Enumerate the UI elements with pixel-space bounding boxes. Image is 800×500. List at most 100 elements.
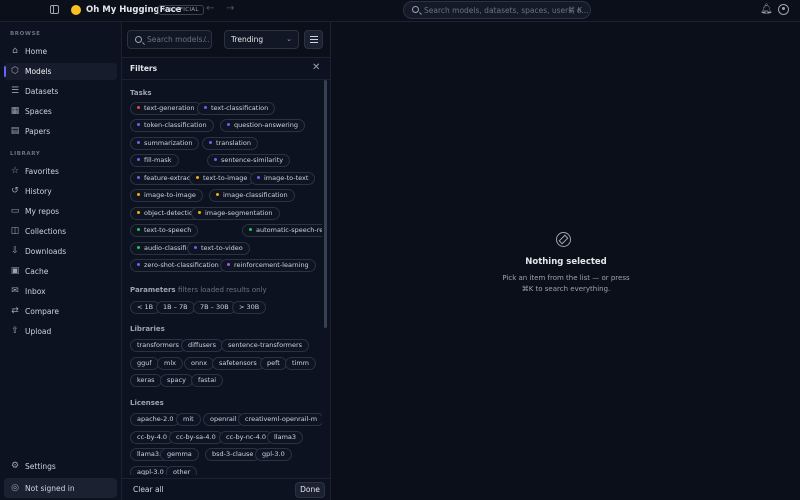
- chevron-down-icon: ⌄: [286, 35, 292, 43]
- sidebar-item-datasets[interactable]: ☰ Datasets: [4, 83, 117, 100]
- collections-icon: ◫: [10, 226, 20, 236]
- unofficial-badge: UNOFFICIAL: [158, 5, 204, 15]
- filter-chip[interactable]: transformers: [130, 339, 186, 352]
- filter-chip-label: apache-2.0: [137, 415, 174, 423]
- filter-chip[interactable]: gguf: [130, 357, 159, 370]
- filters-footer: Clear all Done: [122, 478, 330, 500]
- filter-chip[interactable]: text-generation: [130, 102, 202, 115]
- close-icon[interactable]: ✕: [312, 62, 320, 73]
- filter-chip[interactable]: text-to-speech: [130, 224, 199, 237]
- sidebar-item-settings[interactable]: ⚙ Settings: [4, 456, 117, 476]
- filter-chip[interactable]: cc-by-nc-4.0: [219, 431, 274, 444]
- sidebar-item-inbox[interactable]: ✉ Inbox: [4, 283, 117, 300]
- filter-chip[interactable]: onnx: [184, 357, 215, 370]
- download-icon: ⇩: [11, 246, 19, 256]
- sidebar-item-cache[interactable]: ▣ Cache: [4, 263, 117, 280]
- sidebar-item-compare[interactable]: ⇄ Compare: [4, 303, 117, 320]
- filter-chip[interactable]: agpl-3.0: [130, 466, 171, 475]
- sidebar-item-home[interactable]: ⌂ Home: [4, 43, 117, 60]
- sidebar-item-label: My repos: [25, 207, 60, 216]
- clear-all-button[interactable]: Clear all: [133, 485, 164, 494]
- filter-chip-label: cc-by-nc-4.0: [226, 433, 267, 441]
- sidebar-item-label: Inbox: [25, 287, 46, 296]
- sidebar-item-history[interactable]: ↺ History: [4, 183, 117, 200]
- filter-chip[interactable]: apache-2.0: [130, 413, 181, 426]
- task-color-dot: [137, 122, 140, 126]
- filter-chip[interactable]: question-answering: [220, 119, 305, 132]
- filter-chip[interactable]: image-to-text: [250, 172, 316, 185]
- filter-chip-label: token-classification: [144, 121, 207, 129]
- back-arrow-icon[interactable]: ←: [206, 3, 214, 14]
- filter-chip[interactable]: fastai: [191, 374, 223, 387]
- filter-chip[interactable]: sentence-similarity: [207, 154, 291, 167]
- models-search-input[interactable]: Search models... /: [127, 30, 212, 49]
- account-button[interactable]: ◎ Not signed in: [4, 478, 117, 498]
- filters-scrollbar[interactable]: [324, 80, 327, 328]
- filter-chip[interactable]: other: [166, 466, 198, 475]
- filter-chip-label: translation: [216, 139, 251, 147]
- sidebar-item-favorites[interactable]: ☆ Favorites: [4, 163, 117, 180]
- sidebar-item-papers[interactable]: ▤ Papers: [4, 123, 117, 140]
- filter-chip[interactable]: safetensors: [212, 357, 264, 370]
- filter-chip[interactable]: peft: [260, 357, 287, 370]
- task-color-dot: [249, 227, 252, 231]
- filter-chip-label: 7B – 30B: [200, 303, 229, 311]
- sidebar-item-label: Models: [25, 67, 52, 76]
- bell-icon[interactable]: 🔔︎: [760, 4, 773, 15]
- filter-chip[interactable]: text-to-image: [189, 172, 255, 185]
- task-color-dot: [137, 175, 140, 179]
- filter-chip[interactable]: summarization: [130, 137, 200, 150]
- filter-chip[interactable]: cc-by-4.0: [130, 431, 175, 444]
- datasets-icon: ☰: [10, 86, 20, 96]
- filter-chip[interactable]: translation: [202, 137, 258, 150]
- filter-chip[interactable]: automatic-speech-recognition: [242, 224, 322, 237]
- filter-chip[interactable]: image-segmentation: [191, 207, 280, 220]
- filter-chip[interactable]: gpl-3.0: [255, 448, 292, 461]
- sidebar-item-models[interactable]: ⬡ Models: [4, 63, 117, 80]
- papers-icon: ▤: [10, 126, 20, 136]
- filter-chip[interactable]: zero-shot-classification: [130, 259, 226, 272]
- filter-chip-label: > 30B: [239, 303, 260, 311]
- filter-chip[interactable]: gemma: [160, 448, 199, 461]
- sidebar-item-my-repos[interactable]: ▭ My repos: [4, 203, 117, 220]
- filters-toggle-button[interactable]: [304, 30, 323, 49]
- filter-chip[interactable]: image-classification: [209, 189, 295, 202]
- filter-chip[interactable]: fill-mask: [130, 154, 179, 167]
- filter-chip[interactable]: 7B – 30B: [193, 301, 236, 314]
- filter-chip[interactable]: reinforcement-learning: [220, 259, 316, 272]
- global-search-input[interactable]: Search models, datasets, spaces, users, …: [403, 1, 591, 19]
- sidebar-item-collections[interactable]: ◫ Collections: [4, 223, 117, 240]
- filter-chip[interactable]: creativeml-openrail-m: [238, 413, 322, 426]
- sidebar-item-upload[interactable]: ⇧ Upload: [4, 323, 117, 340]
- filter-chip[interactable]: > 30B: [232, 301, 267, 314]
- filter-chip[interactable]: image-to-image: [130, 189, 203, 202]
- filter-chip[interactable]: diffusers: [181, 339, 223, 352]
- filter-chip[interactable]: text-classification: [197, 102, 276, 115]
- sidebar: BROWSE ⌂ Home ⬡ Models ☰ Datasets ▦ Spaces ▤ Pape…: [0, 22, 122, 500]
- sort-select[interactable]: Trending ⌄: [224, 30, 299, 49]
- filter-chip[interactable]: mit: [176, 413, 201, 426]
- toggle-sidebar-icon[interactable]: [50, 5, 59, 14]
- filter-chip-label: text-generation: [144, 104, 195, 112]
- done-button[interactable]: Done: [295, 482, 325, 498]
- filter-chip[interactable]: 1B – 7B: [156, 301, 195, 314]
- filter-chip[interactable]: cc-by-sa-4.0: [169, 431, 223, 444]
- filter-chip[interactable]: keras: [130, 374, 162, 387]
- filter-chip[interactable]: spacy: [160, 374, 193, 387]
- filter-chip[interactable]: token-classification: [130, 119, 214, 132]
- sidebar-item-spaces[interactable]: ▦ Spaces: [4, 103, 117, 120]
- sidebar-item-downloads[interactable]: ⇩ Downloads: [4, 243, 117, 260]
- filter-chip[interactable]: sentence-transformers: [221, 339, 310, 352]
- filter-chip[interactable]: timm: [285, 357, 317, 370]
- filters-title: Filters: [130, 64, 158, 73]
- filter-chip[interactable]: bsd-3-clause: [205, 448, 261, 461]
- filter-chip-label: gpl-3.0: [262, 450, 285, 458]
- forward-arrow-icon[interactable]: →: [226, 3, 234, 14]
- filter-chip[interactable]: llama3: [267, 431, 304, 444]
- filters-section-parameters-label: Parameters: [130, 286, 176, 294]
- filter-chip[interactable]: text-to-video: [187, 242, 250, 255]
- history-icon: ↺: [11, 186, 19, 196]
- user-account-icon[interactable]: [778, 4, 789, 15]
- filter-chip-label: image-classification: [223, 191, 288, 199]
- filter-chip[interactable]: mlx: [157, 357, 183, 370]
